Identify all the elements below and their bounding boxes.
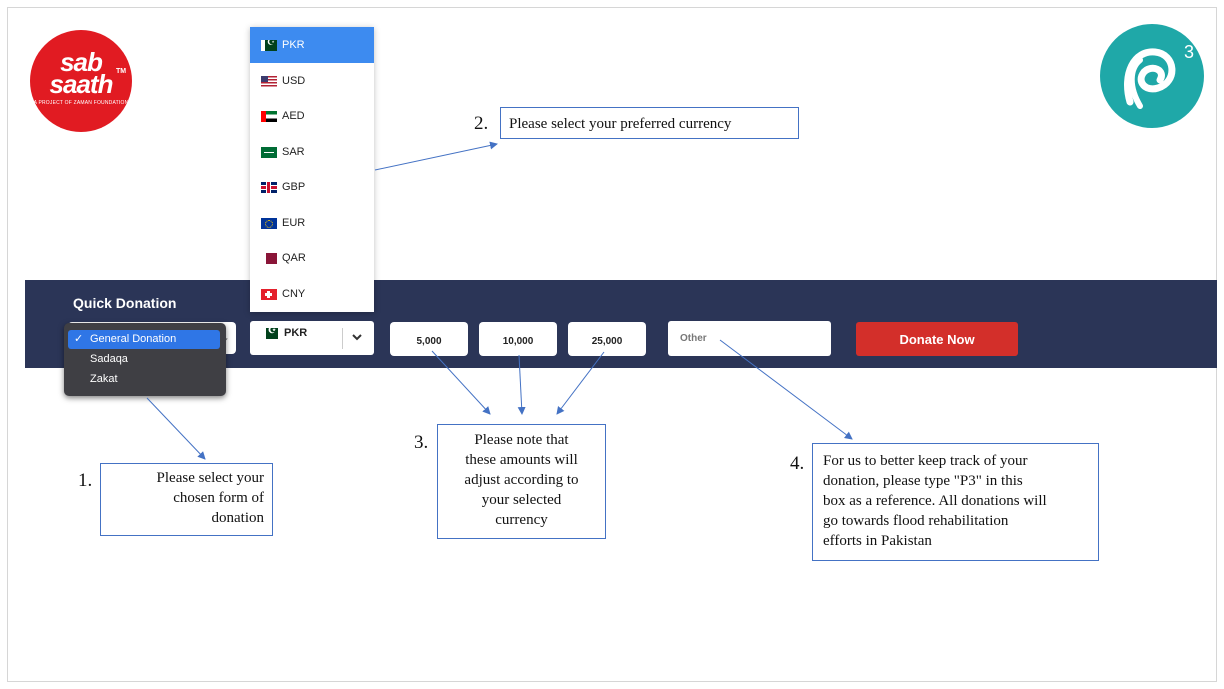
callout-3-number: 3. [414, 432, 429, 453]
callout-4-line: efforts in Pakistan [823, 533, 932, 549]
callout-4-box: For us to better keep track of your dona… [812, 443, 1099, 561]
annotation-arrows [146, 141, 853, 460]
callout-3-line: currency [495, 512, 548, 528]
arrow-amount-25000 [556, 351, 605, 415]
callout-3-line: your selected [481, 492, 562, 508]
callout-4-line: donation, please type "P3" in this [823, 473, 1023, 489]
callout-3-line: Please note that [474, 432, 569, 448]
callout-1-number: 1. [78, 470, 93, 491]
callout-2-text: Please select your preferred currency [509, 116, 732, 132]
callout-3-line: these amounts will [465, 452, 578, 468]
callout-3-box: Please note that these amounts will adju… [437, 424, 606, 539]
callout-1-line: Please select your [156, 470, 264, 486]
callout-2-box: Please select your preferred currency [500, 107, 799, 139]
callout-4-line: go towards flood rehabilitation [823, 513, 1009, 529]
arrow-amount-5000 [431, 350, 491, 415]
callout-4-line: box as a reference. All donations will [823, 493, 1047, 509]
arrow-other-input [719, 339, 853, 440]
arrow-currency [374, 141, 498, 171]
callout-1-line: donation [211, 510, 265, 526]
arrow-donation-type [146, 397, 206, 460]
callout-4-line: For us to better keep track of your [823, 453, 1028, 469]
callout-1-line: chosen form of [173, 490, 264, 506]
callout-3-line: adjust according to [464, 472, 579, 488]
callout-2-number: 2. [474, 113, 489, 134]
arrow-amount-10000 [517, 354, 526, 415]
callout-1-box: Please select your chosen form of donati… [100, 463, 273, 536]
callout-4-number: 4. [790, 453, 805, 474]
